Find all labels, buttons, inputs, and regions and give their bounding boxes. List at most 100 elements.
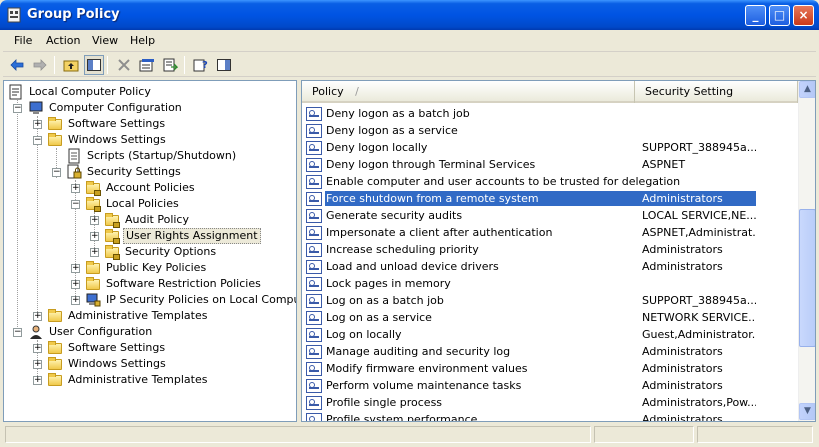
expand-audit-policy[interactable]: + [90, 216, 99, 225]
properties-button[interactable] [137, 55, 157, 75]
expand-uc-admin-templates[interactable]: + [33, 376, 42, 385]
policy-row[interactable]: Increase scheduling priority Administrato… [304, 241, 798, 258]
policy-security-setting: Administrators [642, 243, 723, 256]
tree-item-user-configuration[interactable]: User Configuration [28, 324, 154, 340]
tree-item-public-key-policies[interactable]: Public Key Policies [85, 260, 208, 276]
title-bar[interactable]: Group Policy _ □ × [0, 0, 819, 30]
help-button[interactable]: ? [191, 55, 211, 75]
locked-folder-icon [85, 180, 101, 196]
policy-row[interactable]: Deny logon as a service [304, 122, 798, 139]
policy-row[interactable]: Deny logon through Terminal Services ASPN… [304, 156, 798, 173]
tree-item-uc-windows-settings[interactable]: Windows Settings [47, 356, 168, 372]
menu-view[interactable]: View [92, 34, 118, 47]
delete-button[interactable] [114, 55, 134, 75]
tree-root[interactable]: Local Computer Policy [8, 84, 153, 100]
expand-uc-windows[interactable]: + [33, 360, 42, 369]
menu-action[interactable]: Action [46, 34, 80, 47]
scroll-up-button[interactable]: ▲ [799, 81, 815, 98]
expand-cc-software[interactable]: + [33, 120, 42, 129]
policy-security-setting: ASPNET [642, 158, 686, 171]
tree-item-cc-windows-settings[interactable]: Windows Settings [47, 132, 168, 148]
show-hide-action-pane-button[interactable] [214, 55, 234, 75]
tree-item-cc-software-settings[interactable]: Software Settings [47, 116, 167, 132]
policy-row[interactable]: Impersonate a client after authenticatio… [304, 224, 798, 241]
policy-security-setting: Guest,Administrator... [642, 328, 756, 341]
policy-setting-icon [306, 208, 322, 223]
policy-row[interactable]: Deny logon as a batch job [304, 105, 798, 122]
maximize-button[interactable]: □ [769, 5, 790, 26]
policy-row[interactable]: Lock pages in memory [304, 275, 798, 292]
expand-software-restriction[interactable]: + [71, 280, 80, 289]
tree-item-computer-configuration[interactable]: Computer Configuration [28, 100, 184, 116]
close-button[interactable]: × [793, 5, 814, 26]
collapse-computer-config[interactable]: − [13, 104, 22, 113]
policy-row[interactable]: Generate security audits LOCAL SERVICE,NE… [304, 207, 798, 224]
policy-row[interactable]: Log on as a batch job SUPPORT_388945a... [304, 292, 798, 309]
collapse-security-settings[interactable]: − [52, 168, 61, 177]
action-pane-icon [217, 59, 231, 71]
scroll-down-button[interactable]: ▼ [799, 403, 815, 420]
collapse-cc-windows[interactable]: − [33, 136, 42, 145]
vertical-scrollbar[interactable]: ▲ ▼ [798, 81, 815, 421]
tree-item-account-policies[interactable]: Account Policies [85, 180, 197, 196]
policy-setting-icon [306, 140, 322, 155]
policy-row[interactable]: Manage auditing and security log Administ… [304, 343, 798, 360]
tree-item-uc-software-settings[interactable]: Software Settings [47, 340, 167, 356]
tree-label-root: Local Computer Policy [29, 85, 151, 98]
tree-item-user-rights-assignment[interactable]: User Rights Assignment [104, 228, 261, 244]
policy-row[interactable]: Profile system performance Administrators [304, 411, 798, 422]
policy-security-setting: LOCAL SERVICE,NE... [642, 209, 756, 222]
policy-setting-icon [306, 395, 322, 410]
tree-item-local-policies[interactable]: Local Policies [85, 196, 181, 212]
expand-cc-admin-templates[interactable]: + [33, 312, 42, 321]
tree-item-uc-administrative-templates[interactable]: Administrative Templates [47, 372, 210, 388]
menu-help[interactable]: Help [130, 34, 155, 47]
column-header-policy[interactable]: Policy / [302, 81, 635, 103]
back-button[interactable] [7, 55, 27, 75]
tree-item-audit-policy[interactable]: Audit Policy [104, 212, 191, 228]
tree-label-user-rights-assignment: User Rights Assignment [123, 228, 261, 244]
expand-uc-software[interactable]: + [33, 344, 42, 353]
tree-item-ip-security-policies[interactable]: IP Security Policies on Local Computer [85, 292, 296, 308]
policy-row[interactable]: Enable computer and user accounts to be … [304, 173, 798, 190]
expand-account-policies[interactable]: + [71, 184, 80, 193]
collapse-local-policies[interactable]: − [71, 200, 80, 209]
tree-label-public-key-policies: Public Key Policies [106, 261, 207, 274]
policy-row[interactable]: Load and unload device drivers Administra… [304, 258, 798, 275]
policy-row[interactable]: Profile single process Administrators,Pow… [304, 394, 798, 411]
tree-item-scripts[interactable]: Scripts (Startup/Shutdown) [66, 148, 238, 164]
policy-row[interactable]: Log on locally Guest,Administrator... [304, 326, 798, 343]
column-header-security-setting[interactable]: Security Setting [635, 81, 798, 103]
policy-row[interactable]: Perform volume maintenance tasks Administ… [304, 377, 798, 394]
console-tree[interactable]: Local Computer Policy − Computer Configu… [3, 80, 297, 422]
policy-row[interactable]: Log on as a service NETWORK SERVICE... [304, 309, 798, 326]
expand-public-key[interactable]: + [71, 264, 80, 273]
tree-item-security-options[interactable]: Security Options [104, 244, 218, 260]
tree-label-security-options: Security Options [125, 245, 217, 258]
collapse-user-config[interactable]: − [13, 328, 22, 337]
policy-row[interactable]: Modify firmware environment values Admini… [304, 360, 798, 377]
show-hide-tree-button[interactable] [84, 55, 104, 75]
policy-name: Profile system performance [326, 413, 478, 422]
export-list-button[interactable] [160, 55, 180, 75]
scroll-thumb[interactable] [799, 209, 815, 347]
tree-item-security-settings[interactable]: Security Settings [66, 164, 183, 180]
expand-security-options[interactable]: + [90, 248, 99, 257]
expand-ipsec[interactable]: + [71, 296, 80, 305]
menu-file[interactable]: File [14, 34, 32, 47]
policy-row[interactable]: Force shutdown from a remote system Admin… [304, 190, 798, 207]
minimize-button[interactable]: _ [745, 5, 766, 26]
policy-setting-icon [306, 378, 322, 393]
up-one-level-button[interactable] [61, 55, 81, 75]
tree-item-software-restriction-policies[interactable]: Software Restriction Policies [85, 276, 263, 292]
policy-list-view[interactable]: Policy / Security Setting Deny logon as … [301, 80, 816, 422]
folder-icon [47, 372, 63, 388]
policy-setting-icon [306, 123, 322, 138]
policy-row[interactable]: Deny logon locally SUPPORT_388945a... [304, 139, 798, 156]
policy-security-setting: SUPPORT_388945a... [642, 294, 756, 307]
computer-icon [28, 100, 44, 116]
tree-item-cc-administrative-templates[interactable]: Administrative Templates [47, 308, 210, 324]
forward-button[interactable] [30, 55, 50, 75]
policy-name: Deny logon locally [326, 141, 428, 154]
expand-user-rights[interactable]: + [90, 232, 99, 241]
